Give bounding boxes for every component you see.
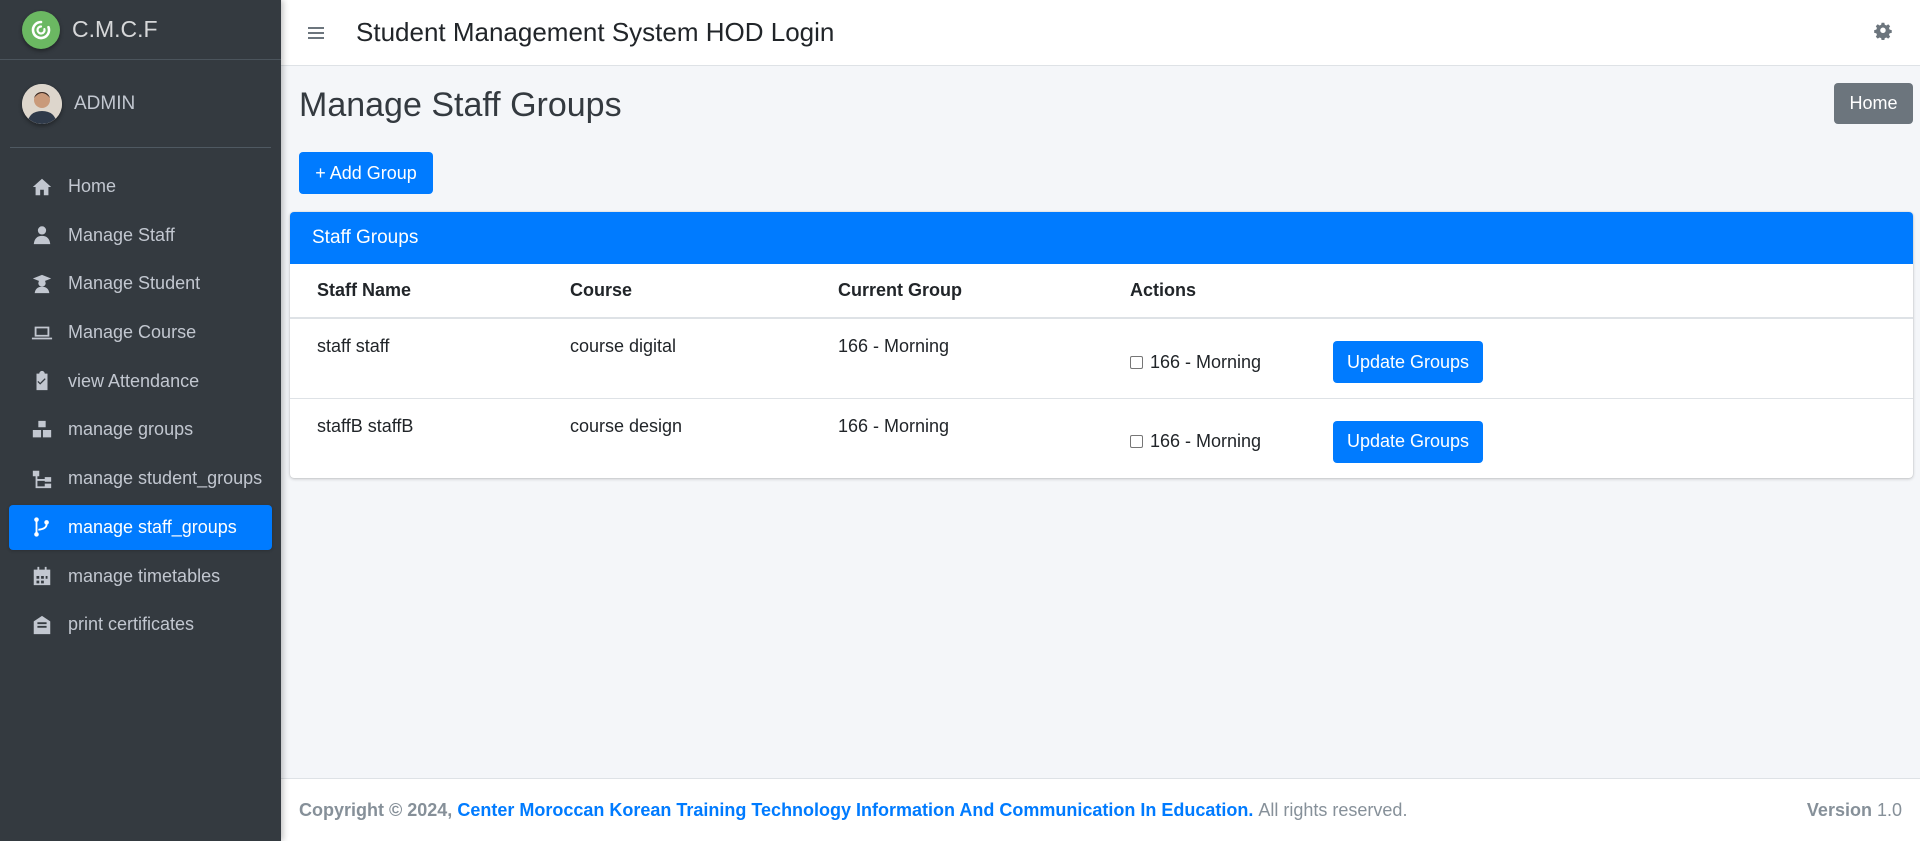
sidebar-item-label: Manage Course — [68, 322, 197, 343]
cell-course: course design — [570, 398, 838, 478]
copyright-text: Copyright © 2024, — [299, 799, 453, 820]
version-value: 1.0 — [1876, 799, 1902, 820]
cell-staff-name: staff staff — [290, 318, 570, 399]
user-graduate-icon — [30, 272, 54, 296]
code-branch-icon — [30, 515, 54, 539]
version-label: Version — [1806, 799, 1872, 820]
sidebar-item-manage-groups[interactable]: manage groups — [9, 407, 272, 452]
sidebar-nav: Home Manage Staff Manage Student Manage … — [0, 148, 281, 647]
cell-staff-name: staffB staffB — [290, 398, 570, 478]
clipboard-check-icon — [30, 369, 54, 393]
column-header-current-group: Current Group — [838, 264, 1130, 319]
cell-actions: 166 - Morning Update Groups — [1130, 398, 1913, 478]
user-tie-icon — [30, 223, 54, 247]
app-title: Student Management System HOD Login — [356, 17, 835, 47]
user-name: ADMIN — [74, 92, 136, 114]
footer: Copyright © 2024, Center Moroccan Korean… — [281, 778, 1920, 841]
sidebar-item-label: print certificates — [68, 614, 195, 635]
sidebar-item-manage-course[interactable]: Manage Course — [9, 310, 272, 355]
update-groups-button[interactable]: Update Groups — [1333, 341, 1483, 383]
sidebar-item-label: Manage Student — [68, 273, 201, 294]
card-title: Staff Groups — [290, 212, 1913, 264]
cell-actions: 166 - Morning Update Groups — [1130, 318, 1913, 399]
sidebar-item-manage-student-groups[interactable]: manage student_groups — [9, 456, 272, 501]
sidebar-item-manage-timetables[interactable]: manage timetables — [9, 554, 272, 599]
user-panel[interactable]: ADMIN — [10, 60, 271, 148]
version-info: Version 1.0 — [1807, 800, 1902, 821]
staff-groups-table: Staff Name Course Current Group Actions … — [290, 264, 1913, 478]
column-header-actions: Actions — [1130, 264, 1913, 319]
laptop-icon — [30, 321, 54, 345]
update-groups-button[interactable]: Update Groups — [1333, 420, 1483, 463]
home-button[interactable]: Home — [1834, 83, 1913, 124]
avatar — [22, 83, 62, 124]
home-icon — [30, 175, 54, 199]
sidebar-item-home[interactable]: Home — [9, 164, 272, 209]
gear-icon[interactable] — [1874, 22, 1894, 42]
column-header-staff-name: Staff Name — [290, 264, 570, 319]
menu-toggle-icon[interactable] — [308, 23, 328, 43]
sidebar-item-label: manage student_groups — [68, 468, 263, 489]
brand-name: C.M.C.F — [72, 16, 158, 42]
actions-container: 166 - Morning Update Groups — [1130, 341, 1913, 383]
sidebar: C.M.C.F ADMIN Home Manage Staff Manage S… — [0, 0, 281, 841]
sidebar-item-manage-staff-groups[interactable]: manage staff_groups — [9, 504, 272, 550]
brand-logo-icon — [22, 10, 60, 49]
cell-course: course digital — [570, 318, 838, 399]
sidebar-item-label: Manage Staff — [68, 224, 175, 245]
sidebar-item-manage-student[interactable]: Manage Student — [9, 261, 272, 306]
group-checkbox-label: 166 - Morning — [1150, 431, 1262, 451]
cell-current-group: 166 - Morning — [838, 398, 1130, 478]
sidebar-item-label: view Attendance — [68, 370, 200, 391]
main-content: Manage Staff Groups Home + Add Group Sta… — [281, 66, 1920, 778]
sidebar-item-manage-staff[interactable]: Manage Staff — [9, 213, 272, 258]
sidebar-item-label: manage staff_groups — [68, 516, 237, 537]
group-checkbox-label: 166 - Morning — [1150, 351, 1262, 372]
sidebar-item-label: Home — [68, 176, 117, 196]
top-navbar: Student Management System HOD Login — [281, 0, 1920, 66]
actions-container: 166 - Morning Update Groups — [1130, 420, 1913, 463]
sidebar-item-print-certificates[interactable]: print certificates — [9, 602, 272, 647]
sitemap-icon — [30, 467, 54, 491]
cell-current-group: 166 - Morning — [838, 318, 1130, 399]
table-row: staff staff course digital 166 - Morning… — [290, 318, 1913, 399]
envelope-open-text-icon — [30, 613, 54, 637]
sidebar-item-view-attendance[interactable]: view Attendance — [9, 359, 272, 404]
group-checkbox[interactable] — [1130, 355, 1143, 369]
staff-groups-card: Staff Groups Staff Name Course Current G… — [290, 212, 1913, 478]
cubes-icon — [30, 418, 54, 442]
table-header-row: Staff Name Course Current Group Actions — [290, 264, 1913, 319]
rights-text: All rights reserved. — [1258, 799, 1408, 820]
brand-link[interactable]: C.M.C.F — [0, 0, 281, 60]
table-row: staffB staffB course design 166 - Mornin… — [290, 398, 1913, 478]
organization-link[interactable]: Center Moroccan Korean Training Technolo… — [457, 800, 1253, 821]
sidebar-item-label: manage timetables — [68, 565, 221, 586]
page-title: Manage Staff Groups — [299, 86, 622, 124]
group-checkbox[interactable] — [1130, 435, 1143, 448]
sidebar-item-label: manage groups — [68, 419, 194, 440]
column-header-course: Course — [570, 264, 838, 319]
add-group-button[interactable]: + Add Group — [299, 152, 433, 194]
calendar-icon — [30, 564, 54, 588]
